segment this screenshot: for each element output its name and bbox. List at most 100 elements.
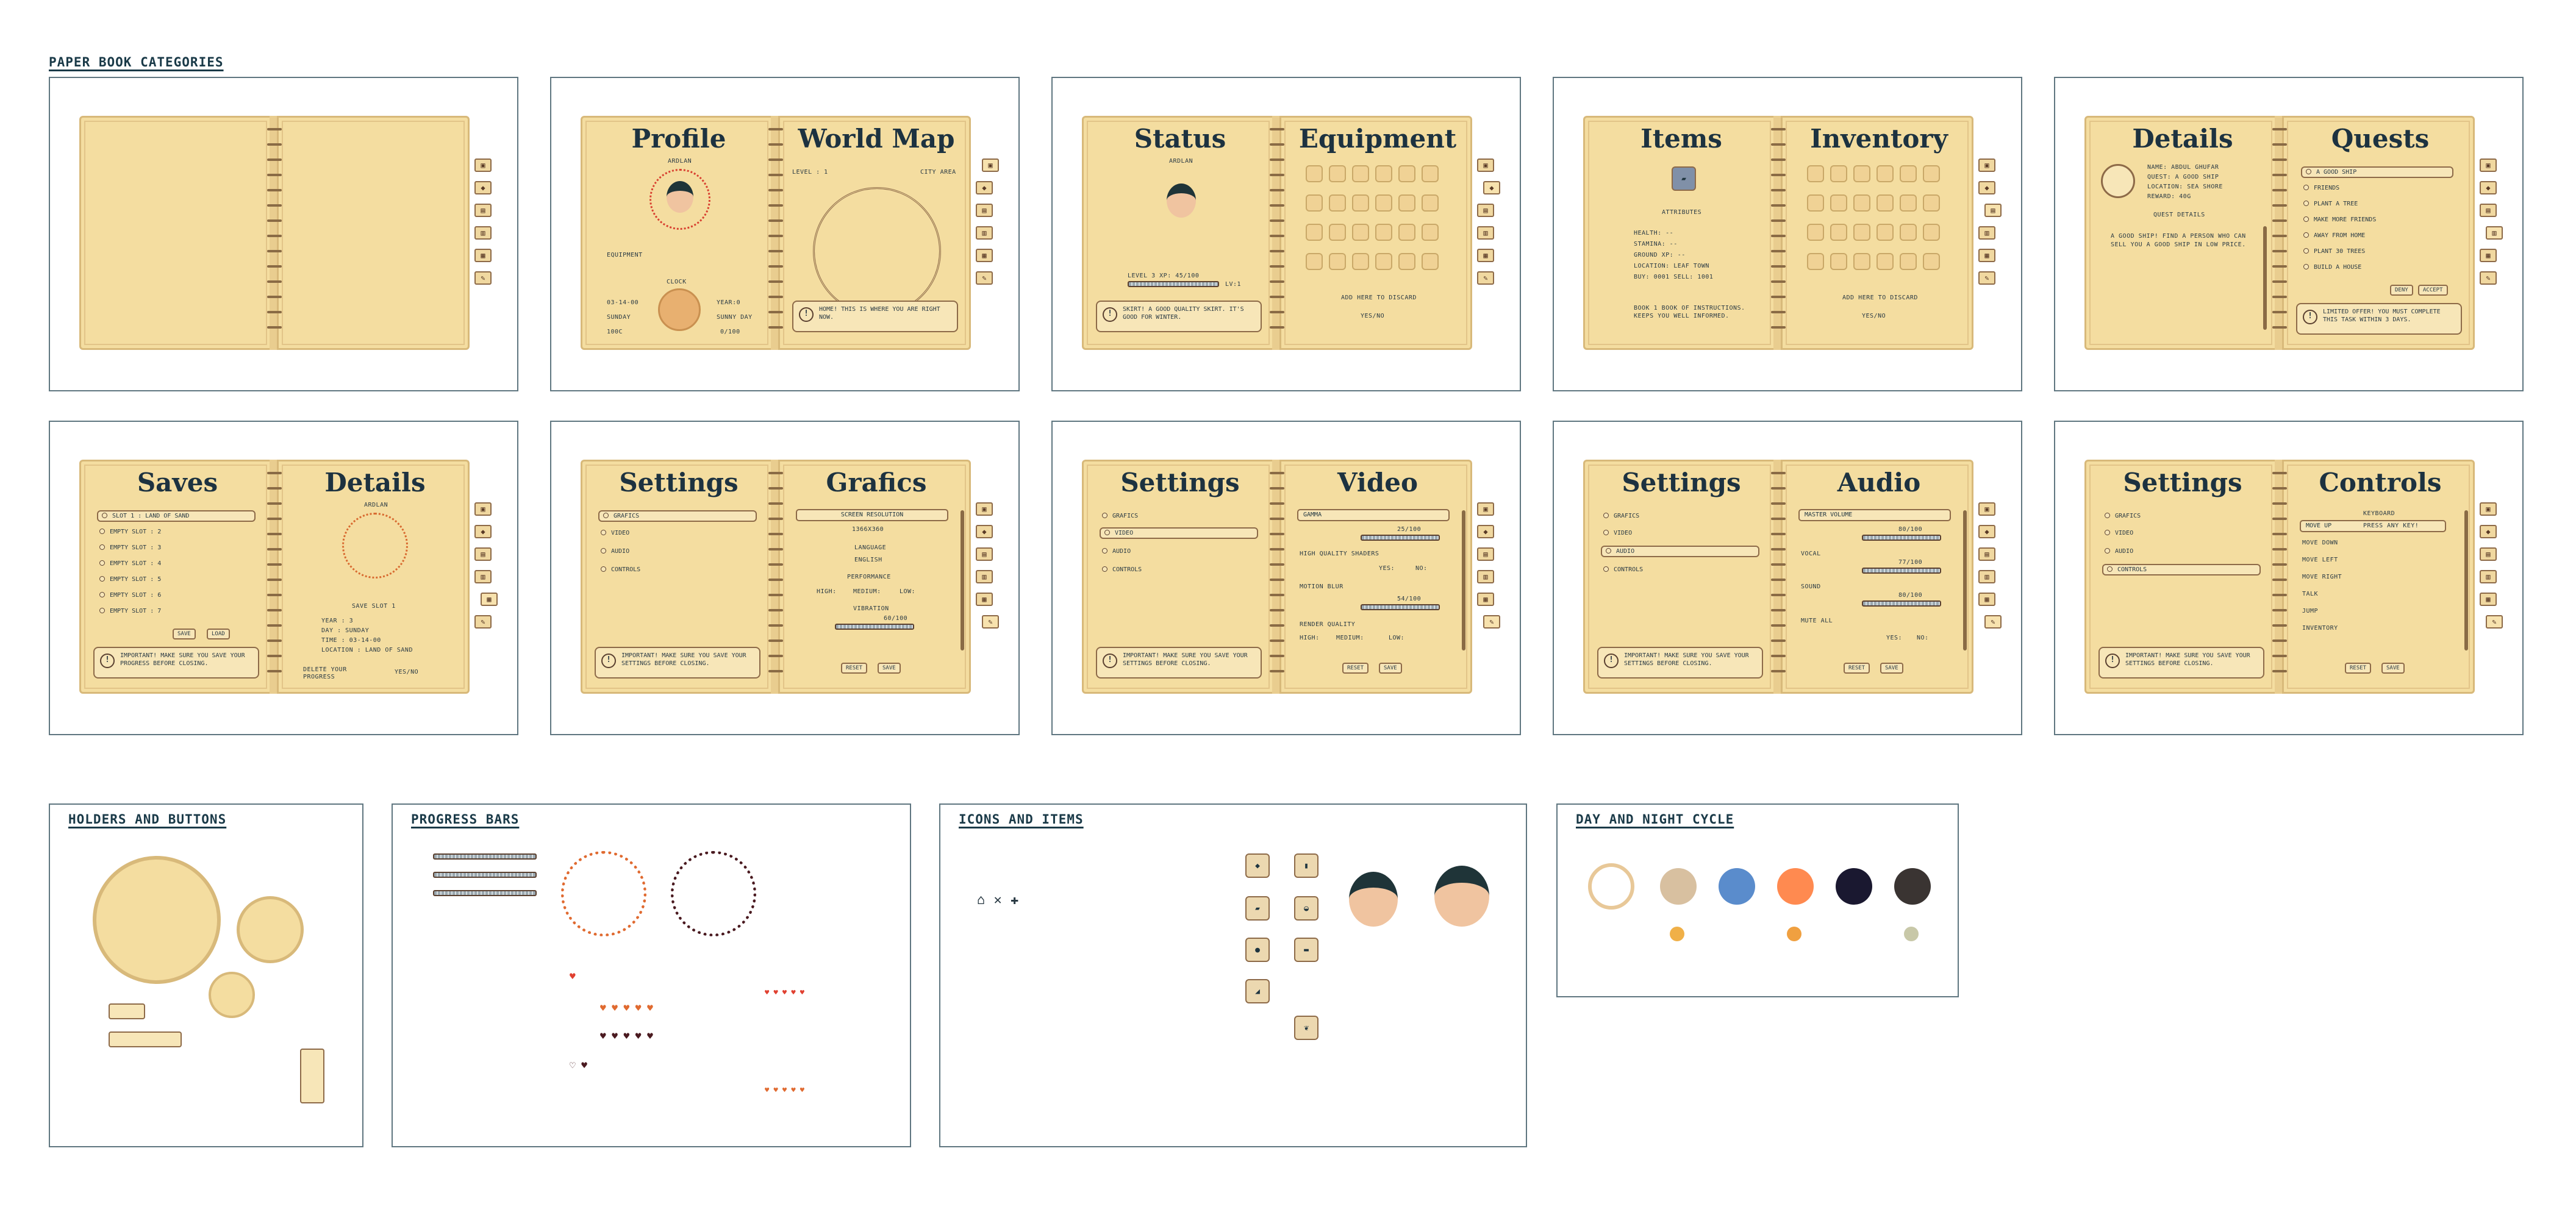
inventory-slot[interactable] [1807, 165, 1824, 182]
vocal-slider[interactable] [1862, 568, 1941, 574]
reset-button[interactable]: RESET [1342, 663, 1369, 674]
deny-button[interactable]: DENY [2390, 285, 2413, 296]
inventory-slot[interactable] [1306, 224, 1323, 241]
tab-settings[interactable]: ✎ [1984, 615, 2002, 629]
inventory-slot[interactable] [1877, 224, 1894, 241]
tab-items[interactable]: ▤ [976, 547, 993, 561]
settings-scrollbar[interactable] [1963, 510, 1967, 650]
tab-saves[interactable]: ▦ [976, 249, 993, 262]
tab-saves[interactable]: ▦ [1978, 249, 1995, 262]
inventory-slot[interactable] [1877, 165, 1894, 182]
tab-items[interactable]: ▤ [1978, 547, 1995, 561]
inventory-slot[interactable] [1329, 253, 1346, 270]
tab-saves[interactable]: ▦ [1978, 593, 1995, 606]
tab-saves[interactable]: ▦ [976, 593, 993, 606]
inventory-slot[interactable] [1352, 224, 1369, 241]
inventory-slot[interactable] [1830, 224, 1847, 241]
save-button[interactable]: SAVE [2381, 663, 2405, 674]
inventory-slot[interactable] [1422, 224, 1439, 241]
tab-settings[interactable]: ✎ [1483, 615, 1500, 629]
tab-status[interactable]: ◆ [1483, 181, 1500, 194]
quest-scrollbar[interactable] [2263, 226, 2267, 330]
holder-button[interactable] [109, 1003, 145, 1019]
tab-items[interactable]: ▤ [2480, 204, 2497, 217]
inventory-slot[interactable] [1422, 165, 1439, 182]
inventory-slot[interactable] [1398, 165, 1415, 182]
inventory-slot[interactable] [1807, 224, 1824, 241]
inventory-slot[interactable] [1422, 194, 1439, 212]
save-button[interactable]: SAVE [878, 663, 901, 674]
inventory-slot[interactable] [1923, 194, 1940, 212]
tab-settings[interactable]: ✎ [976, 271, 993, 285]
accept-button[interactable]: ACCEPT [2418, 285, 2448, 296]
inventory-slot[interactable] [1398, 194, 1415, 212]
inventory-slot[interactable] [1853, 165, 1870, 182]
inventory-slot[interactable] [1375, 194, 1392, 212]
settings-scrollbar[interactable] [2464, 510, 2468, 650]
tab-quests[interactable]: ▥ [474, 226, 492, 240]
tab-profile[interactable]: ▣ [976, 502, 993, 516]
tab-saves[interactable]: ▦ [1477, 593, 1494, 606]
save-button[interactable]: SAVE [1880, 663, 1903, 674]
tab-profile[interactable]: ▣ [2480, 159, 2497, 172]
inventory-slot[interactable] [1398, 224, 1415, 241]
tab-quests[interactable]: ▥ [2486, 226, 2503, 240]
tab-profile[interactable]: ▣ [1978, 159, 1995, 172]
tab-settings[interactable]: ✎ [1978, 271, 1995, 285]
tab-quests[interactable]: ▥ [1477, 570, 1494, 583]
tab-saves[interactable]: ▦ [2480, 593, 2497, 606]
tab-status[interactable]: ◆ [976, 525, 993, 538]
tab-status[interactable]: ◆ [1978, 525, 1995, 538]
inventory-slot[interactable] [1306, 165, 1323, 182]
inventory-slot[interactable] [1352, 253, 1369, 270]
reset-button[interactable]: RESET [1844, 663, 1870, 674]
inventory-slot[interactable] [1830, 253, 1847, 270]
tab-profile[interactable]: ▣ [474, 159, 492, 172]
inventory-slot[interactable] [1923, 165, 1940, 182]
tab-items[interactable]: ▤ [1477, 547, 1494, 561]
tab-saves[interactable]: ▦ [474, 249, 492, 262]
inventory-slot[interactable] [1329, 165, 1346, 182]
tab-profile[interactable]: ▣ [982, 159, 999, 172]
master-volume-slider[interactable] [1862, 535, 1941, 541]
settings-scrollbar[interactable] [961, 510, 964, 650]
inventory-slot[interactable] [1900, 224, 1917, 241]
tab-quests[interactable]: ▥ [1477, 226, 1494, 240]
inventory-slot[interactable] [1900, 253, 1917, 270]
tab-status[interactable]: ◆ [474, 181, 492, 194]
tab-status[interactable]: ◆ [1477, 525, 1494, 538]
inventory-slot[interactable] [1830, 165, 1847, 182]
tab-settings[interactable]: ✎ [474, 615, 492, 629]
motion-blur-slider[interactable] [1361, 604, 1440, 610]
tab-settings[interactable]: ✎ [474, 271, 492, 285]
inventory-slot[interactable] [1375, 165, 1392, 182]
tab-profile[interactable]: ▣ [1477, 159, 1494, 172]
tab-settings[interactable]: ✎ [2480, 271, 2497, 285]
inventory-slot[interactable] [1422, 253, 1439, 270]
sound-slider[interactable] [1862, 600, 1941, 607]
inventory-slot[interactable] [1830, 194, 1847, 212]
inventory-slot[interactable] [1923, 253, 1940, 270]
tab-profile[interactable]: ▣ [1978, 502, 1995, 516]
inventory-slot[interactable] [1853, 224, 1870, 241]
tab-quests[interactable]: ▥ [474, 570, 492, 583]
inventory-slot[interactable] [1375, 253, 1392, 270]
inventory-slot[interactable] [1306, 253, 1323, 270]
tab-items[interactable]: ▤ [2480, 547, 2497, 561]
holder-button[interactable] [300, 1049, 324, 1103]
tab-profile[interactable]: ▣ [1477, 502, 1494, 516]
tab-quests[interactable]: ▥ [1978, 226, 1995, 240]
tab-settings[interactable]: ✎ [1477, 271, 1494, 285]
vibration-slider[interactable] [835, 624, 914, 630]
save-button[interactable]: SAVE [1379, 663, 1402, 674]
inventory-slot[interactable] [1900, 194, 1917, 212]
tab-quests[interactable]: ▥ [1978, 570, 1995, 583]
tab-quests[interactable]: ▥ [976, 570, 993, 583]
tab-quests[interactable]: ▥ [976, 226, 993, 240]
load-button[interactable]: LOAD [207, 629, 230, 639]
holder-button[interactable] [109, 1031, 182, 1047]
inventory-slot[interactable] [1877, 194, 1894, 212]
inventory-slot[interactable] [1352, 165, 1369, 182]
inventory-slot[interactable] [1352, 194, 1369, 212]
tab-items[interactable]: ▤ [976, 204, 993, 217]
